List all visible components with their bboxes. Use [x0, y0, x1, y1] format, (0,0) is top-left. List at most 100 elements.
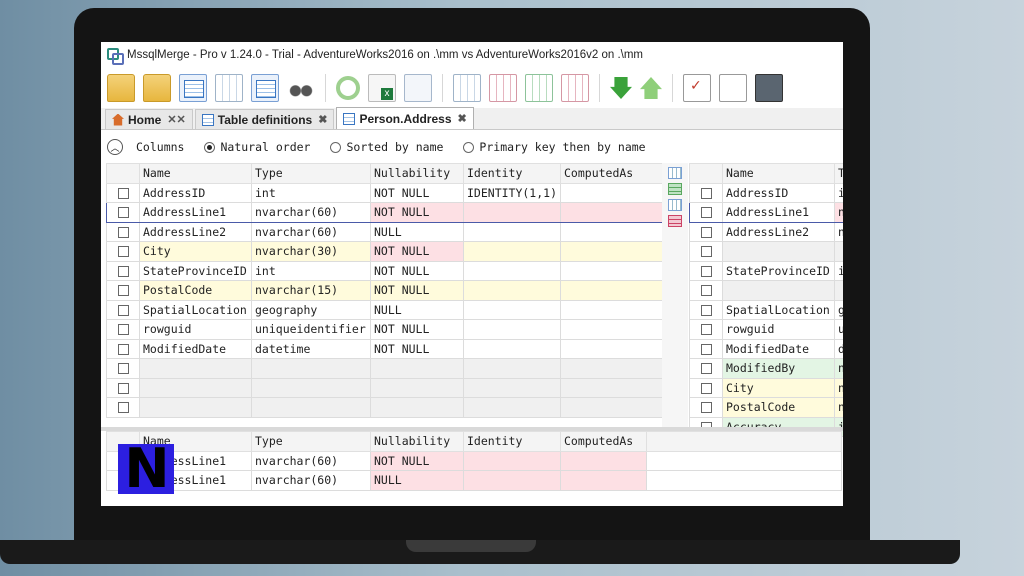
empty-cell	[463, 397, 561, 418]
column-header-identity[interactable]: Identity	[463, 163, 561, 184]
show-changed-icon[interactable]	[668, 199, 682, 211]
row-checkbox[interactable]	[117, 246, 129, 258]
show-removed-icon[interactable]	[668, 215, 682, 227]
sorted-by-name-radio[interactable]: Sorted by name	[330, 140, 443, 154]
column-header-type[interactable]: Type	[251, 163, 371, 184]
column-header-identity[interactable]: Identity	[463, 431, 561, 452]
empty-row[interactable]	[106, 358, 663, 379]
tab-person-address[interactable]: Person.Address ✖	[336, 107, 474, 129]
export-excel-icon[interactable]	[368, 74, 396, 102]
show-added-icon[interactable]	[668, 183, 682, 195]
script-icon[interactable]	[755, 74, 783, 102]
row-checkbox[interactable]	[700, 207, 712, 219]
table-grid-icon[interactable]	[215, 74, 243, 102]
radio-icon[interactable]	[330, 141, 342, 153]
previous-difference-icon[interactable]	[640, 77, 662, 99]
collapse-icon[interactable]: ︿	[107, 139, 123, 155]
row-checkbox[interactable]	[700, 324, 712, 336]
open-folder-icon[interactable]	[107, 74, 135, 102]
table-row[interactable]: AddressIDi	[689, 182, 843, 203]
multi-document-icon[interactable]	[179, 74, 207, 102]
row-checkbox[interactable]	[117, 187, 129, 199]
copy-icon[interactable]	[404, 74, 432, 102]
table-row[interactable]: ModifiedDate datetime NOT NULL	[106, 338, 663, 359]
table-row[interactable]: StateProvinceID int NOT NULL	[106, 260, 663, 281]
empty-row[interactable]	[106, 397, 663, 418]
row-checkbox[interactable]	[700, 304, 712, 316]
row-checkbox[interactable]	[700, 382, 712, 394]
tab-table-definitions[interactable]: Table definitions ✖	[194, 109, 335, 129]
sql-select-icon[interactable]	[251, 74, 279, 102]
row-checkbox[interactable]	[700, 187, 712, 199]
table-row[interactable]: SpatialLocationg	[689, 299, 843, 320]
close-icon[interactable]: ✖	[458, 112, 467, 125]
column-header-type[interactable]: T	[834, 163, 843, 184]
next-difference-icon[interactable]	[610, 77, 632, 99]
refresh-icon[interactable]	[336, 76, 360, 100]
column-header-computed[interactable]: ComputedAs	[560, 431, 647, 452]
row-checkbox[interactable]	[117, 265, 129, 277]
table-row[interactable]: SpatialLocation geography NULL	[106, 299, 663, 320]
table-row[interactable]: rowguid uniqueidentifier NOT NULL	[106, 319, 663, 340]
row-checkbox[interactable]	[700, 285, 712, 297]
grid-removed-icon[interactable]	[561, 74, 589, 102]
row-checkbox[interactable]	[700, 363, 712, 375]
close-icon[interactable]: ✖	[318, 113, 327, 126]
column-header-type[interactable]: Type	[251, 431, 371, 452]
table-row[interactable]: ModifiedDated	[689, 338, 843, 359]
column-header-name[interactable]: Name	[139, 163, 252, 184]
row-checkbox[interactable]	[117, 363, 129, 375]
checkbox-cell	[106, 299, 140, 320]
column-header-computed[interactable]: ComputedAs	[560, 163, 663, 184]
tab-home[interactable]: Home ✕✕	[105, 109, 193, 129]
cell-nullability: NOT NULL	[370, 450, 464, 471]
row-checkbox[interactable]	[117, 402, 129, 414]
table-row[interactable]: AddressLine1n	[689, 202, 843, 223]
table-row[interactable]: PostalCode nvarchar(15) NOT NULL	[106, 280, 663, 301]
row-checkbox[interactable]	[117, 324, 129, 336]
radio-icon[interactable]	[463, 141, 475, 153]
binoculars-icon[interactable]	[287, 74, 315, 102]
table-row[interactable]	[689, 241, 843, 262]
row-checkbox[interactable]	[700, 343, 712, 355]
table-row[interactable]: Cityn	[689, 377, 843, 398]
empty-row[interactable]	[106, 377, 663, 398]
favorite-folder-icon[interactable]	[143, 74, 171, 102]
table-row[interactable]: AddressID int NOT NULL IDENTITY(1,1)	[106, 182, 663, 203]
grid-diff-icon[interactable]	[489, 74, 517, 102]
table-row[interactable]: PostalCoden	[689, 397, 843, 418]
close-icon[interactable]: ✕✕	[167, 113, 185, 126]
table-row[interactable]: AddressLine2n	[689, 221, 843, 242]
column-header-nullability[interactable]: Nullability	[370, 431, 464, 452]
row-checkbox[interactable]	[700, 265, 712, 277]
row-checkbox[interactable]	[700, 246, 712, 258]
grid-view-icon[interactable]	[453, 74, 481, 102]
table-row[interactable]: AddressLine1 nvarchar(60) NULL	[106, 470, 842, 491]
column-header-name[interactable]: Name	[722, 163, 835, 184]
natural-order-radio[interactable]: Natural order	[204, 140, 310, 154]
row-checkbox[interactable]	[117, 382, 129, 394]
table-row[interactable]: StateProvinceIDi	[689, 260, 843, 281]
table-row[interactable]: AddressLine1 nvarchar(60) NOT NULL	[106, 202, 663, 223]
grid-added-icon[interactable]	[525, 74, 553, 102]
grid-view-icon[interactable]	[668, 167, 682, 179]
pk-then-name-radio[interactable]: Primary key then by name	[463, 140, 646, 154]
row-checkbox[interactable]	[117, 207, 129, 219]
table-row[interactable]	[689, 280, 843, 301]
table-row[interactable]: City nvarchar(30) NOT NULL	[106, 241, 663, 262]
column-header-nullability[interactable]: Nullability	[370, 163, 464, 184]
table-row[interactable]: AddressLine1 nvarchar(60) NOT NULL	[106, 450, 842, 471]
row-checkbox[interactable]	[117, 304, 129, 316]
table-row[interactable]: rowguidu	[689, 319, 843, 340]
table-row[interactable]: AddressLine2 nvarchar(60) NULL	[106, 221, 663, 242]
row-checkbox[interactable]	[700, 402, 712, 414]
row-checkbox[interactable]	[700, 226, 712, 238]
row-checkbox[interactable]	[117, 343, 129, 355]
document-icon[interactable]	[719, 74, 747, 102]
row-checkbox[interactable]	[117, 285, 129, 297]
cell-nullability: NULL	[370, 299, 464, 320]
row-checkbox[interactable]	[117, 226, 129, 238]
radio-icon[interactable]	[204, 141, 216, 153]
table-row[interactable]: ModifiedByn	[689, 358, 843, 379]
checklist-icon[interactable]	[683, 74, 711, 102]
